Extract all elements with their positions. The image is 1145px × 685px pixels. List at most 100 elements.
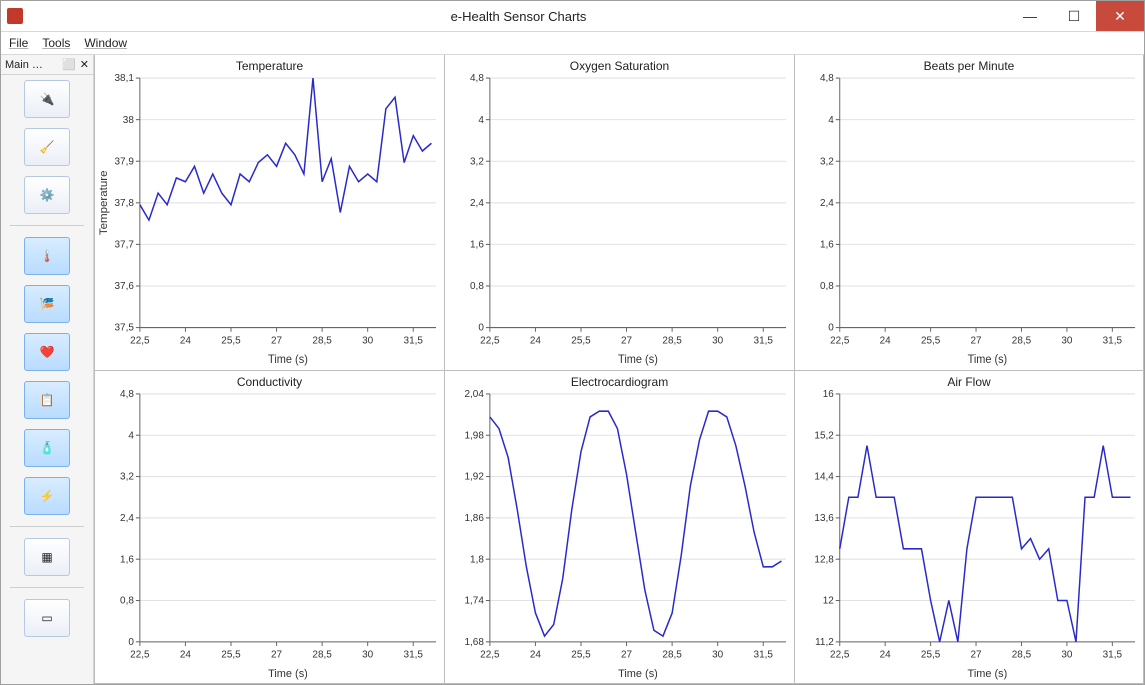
chart-conductivity: Conductivity00,81,62,43,244,822,52425,52… [94, 370, 444, 685]
sensor-oxygen-button[interactable]: 🧴 [24, 429, 70, 467]
window-icon: ▭ [41, 611, 52, 625]
svg-text:22,5: 22,5 [480, 335, 500, 346]
svg-text:38,1: 38,1 [115, 73, 135, 84]
settings-button[interactable]: ⚙️ [24, 176, 70, 214]
svg-text:30: 30 [362, 335, 373, 346]
sensor-heart-button[interactable]: ❤️ [24, 333, 70, 371]
sensor-ecg-button[interactable]: 📋 [24, 381, 70, 419]
close-button[interactable]: ✕ [1096, 1, 1144, 31]
heart-icon: ❤️ [40, 345, 55, 359]
svg-text:22,5: 22,5 [480, 649, 500, 660]
svg-text:27: 27 [271, 649, 282, 660]
svg-text:1,86: 1,86 [464, 512, 484, 523]
svg-text:31,5: 31,5 [1103, 649, 1123, 660]
svg-text:Time (s): Time (s) [268, 668, 308, 680]
svg-text:2,04: 2,04 [464, 388, 484, 399]
svg-text:37,6: 37,6 [115, 281, 135, 292]
svg-text:37,8: 37,8 [115, 198, 135, 209]
svg-text:3,2: 3,2 [470, 156, 484, 167]
svg-text:31,5: 31,5 [404, 335, 424, 346]
charts-grid: Temperature37,537,637,737,837,93838,122,… [94, 55, 1144, 684]
svg-text:1,6: 1,6 [120, 554, 134, 565]
minimize-button[interactable]: — [1008, 1, 1052, 31]
chart-ecg: Electrocardiogram1,681,741,81,861,921,98… [444, 370, 794, 685]
gear-icon: ⚙️ [40, 188, 55, 202]
chart-temperature: Temperature37,537,637,737,837,93838,122,… [94, 55, 444, 370]
svg-text:1,98: 1,98 [464, 430, 484, 441]
menubar: File Tools Window [1, 32, 1144, 55]
svg-text:1,6: 1,6 [820, 239, 834, 250]
app-icon [7, 8, 23, 24]
svg-text:Time (s): Time (s) [968, 668, 1008, 680]
menu-window[interactable]: Window [84, 36, 127, 50]
svg-text:24: 24 [530, 649, 541, 660]
svg-text:25,5: 25,5 [571, 649, 591, 660]
svg-text:4,8: 4,8 [120, 388, 134, 399]
svg-text:1,8: 1,8 [470, 554, 484, 565]
thermometer-icon: 🌡️ [40, 249, 55, 263]
svg-text:31,5: 31,5 [404, 649, 424, 660]
svg-text:31,5: 31,5 [1103, 335, 1123, 346]
svg-text:27: 27 [970, 649, 981, 660]
svg-text:30: 30 [1061, 649, 1072, 660]
sensor-temperature-button[interactable]: 🌡️ [24, 237, 70, 275]
svg-text:Time (s): Time (s) [618, 668, 658, 680]
svg-text:4: 4 [478, 115, 484, 126]
svg-text:4: 4 [828, 115, 834, 126]
svg-text:27: 27 [621, 649, 632, 660]
svg-text:1,6: 1,6 [470, 239, 484, 250]
svg-text:24: 24 [180, 335, 191, 346]
windsock-icon: 🎏 [40, 297, 55, 311]
svg-text:22,5: 22,5 [130, 649, 150, 660]
sensor-airflow-button[interactable]: 🎏 [24, 285, 70, 323]
svg-text:24: 24 [530, 335, 541, 346]
svg-text:11,2: 11,2 [815, 636, 834, 647]
sidebar-title: Main … [5, 59, 43, 71]
svg-text:Time (s): Time (s) [968, 354, 1008, 366]
sidebar-float-icon[interactable]: ⬜ [62, 58, 76, 71]
app-window: e-Health Sensor Charts — ☐ ✕ File Tools … [0, 0, 1145, 685]
sensor-conductivity-button[interactable]: ⚡ [24, 477, 70, 515]
broom-icon: 🧹 [40, 140, 55, 154]
bolt-icon: ⚡ [40, 489, 55, 503]
svg-text:22,5: 22,5 [130, 335, 150, 346]
svg-text:Time (s): Time (s) [268, 354, 308, 366]
svg-text:28,5: 28,5 [1012, 649, 1032, 660]
svg-text:1,68: 1,68 [464, 636, 484, 647]
svg-text:30: 30 [1061, 335, 1072, 346]
maximize-button[interactable]: ☐ [1052, 1, 1096, 31]
svg-text:3,2: 3,2 [820, 156, 834, 167]
svg-text:25,5: 25,5 [921, 335, 941, 346]
svg-text:25,5: 25,5 [221, 335, 241, 346]
connect-button[interactable]: 🔌 [24, 80, 70, 118]
svg-text:14,4: 14,4 [814, 471, 834, 482]
menu-file[interactable]: File [9, 36, 28, 50]
clear-button[interactable]: 🧹 [24, 128, 70, 166]
layout-grid-button[interactable]: ▦ [24, 538, 70, 576]
grid-icon: ▦ [41, 550, 52, 564]
svg-text:16: 16 [823, 388, 834, 399]
sidebar-header: Main … ⬜ ✕ [1, 55, 93, 75]
sidebar-close-icon[interactable]: ✕ [80, 58, 89, 71]
svg-text:15,2: 15,2 [814, 430, 834, 441]
svg-text:37,7: 37,7 [115, 239, 135, 250]
svg-text:12,8: 12,8 [814, 554, 834, 565]
svg-text:27: 27 [971, 335, 982, 346]
chart-airflow: Air Flow11,21212,813,614,415,21622,52425… [794, 370, 1144, 685]
svg-text:13,6: 13,6 [814, 512, 834, 523]
bottle-icon: 🧴 [40, 441, 55, 455]
svg-text:37,9: 37,9 [115, 156, 135, 167]
menu-tools[interactable]: Tools [42, 36, 70, 50]
chart-oxygen: Oxygen Saturation00,81,62,43,244,822,524… [444, 55, 794, 370]
svg-text:37,5: 37,5 [115, 323, 135, 334]
svg-text:24: 24 [180, 649, 191, 660]
titlebar: e-Health Sensor Charts — ☐ ✕ [1, 1, 1144, 32]
layout-single-button[interactable]: ▭ [24, 599, 70, 637]
svg-text:30: 30 [362, 649, 373, 660]
chart-bpm: Beats per Minute00,81,62,43,244,822,5242… [794, 55, 1144, 370]
svg-text:1,92: 1,92 [464, 471, 484, 482]
svg-text:25,5: 25,5 [221, 649, 241, 660]
clipboard-icon: 📋 [40, 393, 55, 407]
svg-text:31,5: 31,5 [754, 335, 774, 346]
svg-text:30: 30 [712, 335, 723, 346]
